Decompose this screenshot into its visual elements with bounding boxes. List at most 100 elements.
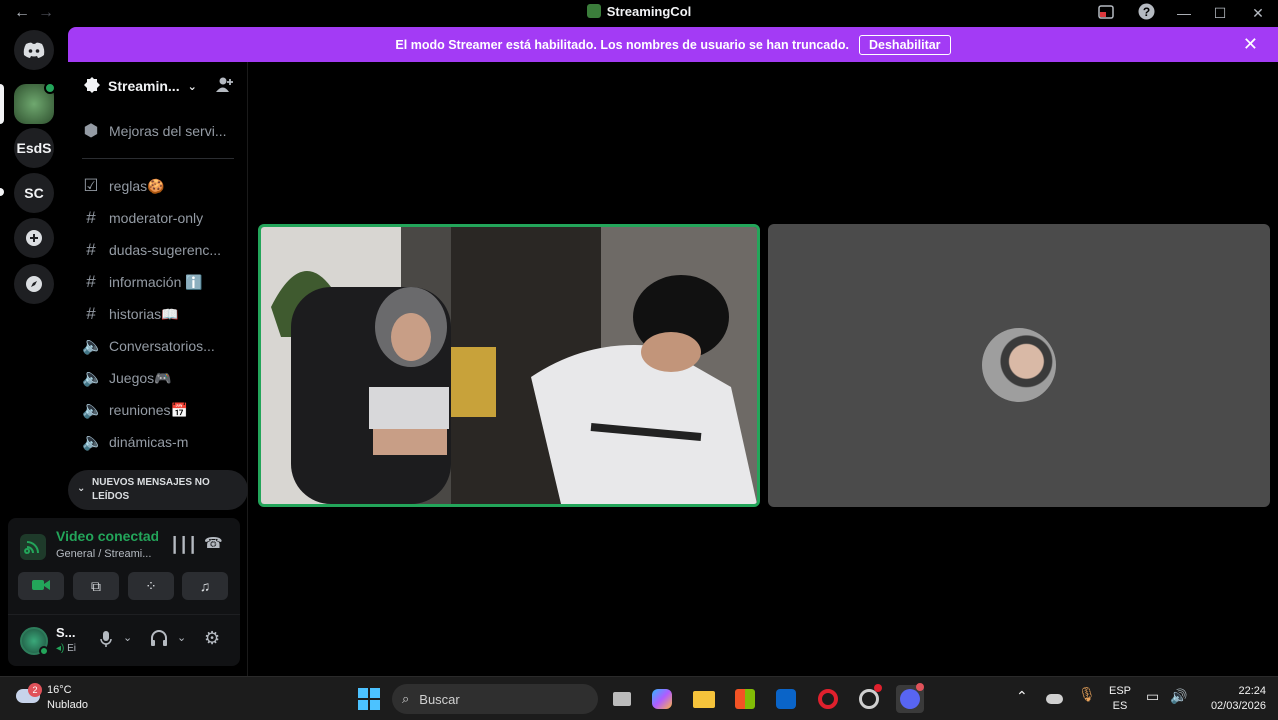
activities-button[interactable]: ⁘ — [128, 572, 174, 600]
chrome-icon[interactable] — [855, 684, 883, 713]
search-icon: ⌕ — [402, 691, 410, 706]
opera-icon[interactable] — [814, 685, 842, 713]
audio-options-chevron-icon[interactable]: ⌄ — [177, 631, 186, 644]
weather-widget[interactable]: 2 16°C Nublado — [16, 681, 106, 717]
server-header[interactable]: Streamin... ⌄ — [84, 76, 244, 96]
voice-status[interactable]: Video conectado — [56, 528, 158, 544]
close-icon[interactable]: ✕ — [1238, 5, 1278, 22]
channel-reglas[interactable]: ☑ reglas🍪 — [82, 173, 164, 199]
weather-badge: 2 — [28, 683, 42, 697]
user-name: S... — [56, 625, 76, 640]
hash-icon: # — [86, 272, 96, 291]
screen-share-icon: ⧉ — [91, 577, 101, 594]
windows-start-icon[interactable] — [355, 685, 383, 713]
hash-icon: # — [86, 304, 96, 323]
disable-streamer-button[interactable]: Deshabilitar — [859, 34, 951, 55]
unread-messages-pill[interactable]: ⌄ NUEVOS MENSAJES NO LEÍDOS — [68, 470, 248, 510]
noise-suppression-icon[interactable]: ┃┃┃ — [170, 536, 197, 554]
participant-avatar — [982, 328, 1056, 402]
windows-taskbar: 2 16°C Nublado ⌕ Buscar ⌃ 🎙 ESP ES ▭ 🔊 2… — [0, 676, 1278, 720]
microphone-tray-icon[interactable]: 🎙 — [1078, 687, 1096, 702]
speaker-small-icon: ◂) — [56, 643, 65, 654]
mic-options-chevron-icon[interactable]: ⌄ — [123, 631, 132, 644]
speaker-icon: 🔈 — [82, 336, 104, 355]
voice-channel[interactable]: General / Streami... — [56, 548, 151, 560]
voice-connection-panel: Video conectado General / Streami... ┃┃┃… — [8, 518, 240, 666]
volume-icon[interactable]: 🔊 — [1170, 689, 1187, 704]
video-tile-avatar[interactable] — [768, 224, 1270, 507]
minimize-icon[interactable]: — — [1166, 5, 1202, 21]
tray-overflow-icon[interactable]: ⌃ — [1016, 689, 1028, 704]
activities-icon: ⁘ — [145, 577, 157, 594]
title-bar: ← → StreamingCol ? — ☐ ✕ — [0, 0, 1278, 26]
camera-feed-image — [261, 227, 757, 504]
speaker-icon: 🔈 — [82, 432, 104, 451]
language-indicator[interactable]: ESP ES — [1108, 684, 1132, 714]
channel-conversatorios[interactable]: 🔈 Conversatorios... — [82, 333, 215, 359]
server-name: Streamin... — [108, 78, 180, 94]
streamer-mode-banner: El modo Streamer está habilitado. Los no… — [68, 27, 1278, 62]
headphones-icon[interactable] — [150, 630, 168, 651]
rules-icon: ☑ — [83, 176, 99, 195]
channel-juegos[interactable]: 🔈 Juegos🎮 — [82, 365, 172, 391]
add-server-icon[interactable] — [14, 218, 54, 258]
speaker-icon: 🔈 — [82, 400, 104, 419]
hash-icon: # — [86, 240, 96, 259]
clock[interactable]: 22:24 02/03/2026 — [1196, 684, 1266, 714]
screen-share-button[interactable]: ⧉ — [73, 572, 119, 600]
inbox-icon[interactable] — [1086, 4, 1126, 23]
soundboard-button[interactable]: ♫ — [182, 572, 228, 600]
server-badge-icon — [84, 76, 100, 96]
svg-text:?: ? — [1142, 5, 1149, 19]
channel-reuniones[interactable]: 🔈 reuniones📅 — [82, 397, 188, 423]
signal-icon — [20, 534, 46, 565]
discord-taskbar-icon[interactable] — [896, 683, 924, 713]
camera-icon — [32, 578, 50, 594]
hash-icon: # — [86, 208, 96, 227]
help-icon[interactable]: ? — [1126, 3, 1166, 23]
chevron-down-icon: ⌄ — [77, 483, 86, 494]
maximize-icon[interactable]: ☐ — [1202, 5, 1238, 22]
task-view-icon[interactable] — [608, 685, 636, 713]
search-placeholder: Buscar — [419, 691, 460, 707]
channel-historias[interactable]: # historias📖 — [82, 301, 178, 327]
unread-server-indicator — [0, 188, 4, 196]
banner-text: El modo Streamer está habilitado. Los no… — [395, 37, 849, 52]
copilot-icon[interactable] — [648, 685, 676, 713]
avatar[interactable] — [20, 627, 49, 656]
server-esds[interactable]: EsdS — [14, 128, 54, 168]
sidebar-divider — [82, 158, 234, 159]
close-banner-icon[interactable]: ✕ — [1243, 34, 1258, 55]
weather-temp: 16°C — [47, 684, 72, 696]
server-sc[interactable]: SC — [14, 173, 54, 213]
live-dot — [44, 82, 56, 94]
server-boost-item[interactable]: ⬢ Mejoras del servi... — [82, 118, 227, 144]
channel-dinamicas[interactable]: 🔈 dinámicas-m — [82, 429, 188, 455]
video-tile-camera[interactable] — [258, 224, 760, 507]
speaker-icon: 🔈 — [82, 368, 104, 387]
disconnect-icon[interactable]: ☎ — [204, 534, 223, 552]
discover-compass-icon[interactable] — [14, 264, 54, 304]
online-status-dot — [39, 646, 49, 656]
microsoft-store-icon[interactable] — [731, 685, 759, 713]
file-explorer-icon[interactable] — [690, 685, 718, 713]
selected-server-indicator — [0, 84, 4, 124]
channel-dudas[interactable]: # dudas-sugerenc... — [82, 237, 221, 263]
discord-home-icon[interactable] — [14, 30, 54, 70]
outlook-icon[interactable] — [772, 685, 800, 713]
network-icon[interactable]: ▭ — [1146, 689, 1159, 704]
microphone-icon[interactable] — [100, 631, 112, 650]
user-status: ◂) Ei — [56, 643, 77, 654]
invite-user-icon[interactable] — [216, 76, 234, 97]
camera-button[interactable] — [18, 572, 64, 600]
channel-moderator-only[interactable]: # moderator-only — [82, 205, 203, 231]
user-panel: S... ◂) Ei ⌄ ⌄ ⚙ — [8, 614, 240, 666]
server-icon — [586, 4, 601, 18]
weather-desc: Nublado — [47, 699, 88, 711]
server-streamingcol-icon[interactable] — [14, 82, 56, 124]
settings-gear-icon[interactable]: ⚙ — [204, 628, 220, 649]
chevron-down-icon: ⌄ — [187, 80, 197, 93]
onedrive-cloud-icon[interactable] — [1046, 694, 1063, 704]
taskbar-search[interactable]: ⌕ Buscar — [392, 684, 598, 714]
channel-informacion[interactable]: # información ℹ️ — [82, 269, 202, 295]
